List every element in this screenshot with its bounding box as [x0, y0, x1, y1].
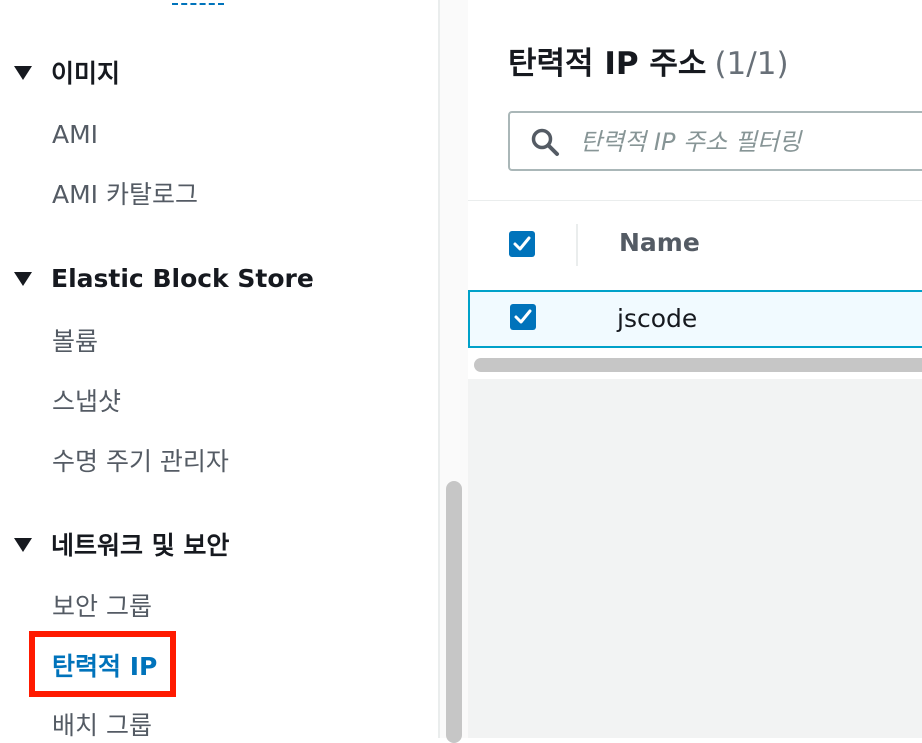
section-label: Elastic Block Store: [51, 263, 314, 293]
checkmark-icon: [513, 236, 531, 251]
annotation-highlight-box: [29, 631, 176, 697]
section-label: 네트워크 및 보안: [51, 531, 230, 560]
table-cell-name: jscode: [617, 304, 698, 333]
sidebar-item-lifecycle-manager[interactable]: 수명 주기 관리자: [52, 440, 229, 480]
caret-down-icon: [14, 66, 32, 80]
sidebar-scrollbar-thumb[interactable]: [446, 481, 462, 743]
row-checkbox[interactable]: [510, 304, 536, 330]
sidebar-item-ami-catalog[interactable]: AMI 카탈로그: [52, 173, 198, 213]
section-header-ebs[interactable]: Elastic Block Store: [14, 258, 314, 298]
table-top-border: [468, 200, 922, 201]
column-separator[interactable]: [576, 224, 578, 266]
caret-down-icon: [14, 272, 32, 286]
sidebar-item-snapshots[interactable]: 스냅샷: [52, 380, 121, 420]
sidebar-item-volumes[interactable]: 볼륨: [52, 320, 98, 360]
column-header-name[interactable]: Name: [619, 228, 700, 257]
page-title: 탄력적 IP 주소 (1/1): [508, 38, 789, 83]
sidebar-item-placement-groups[interactable]: 배치 그룹: [52, 704, 152, 738]
title-text: 탄력적 IP 주소: [508, 46, 707, 82]
checkmark-icon: [514, 309, 532, 324]
elastic-ip-table-panel: 탄력적 IP 주소(1/1) Name jscode: [468, 0, 922, 379]
search-icon: [531, 128, 559, 156]
table-horizontal-scrollbar[interactable]: [474, 358, 922, 372]
section-header-images[interactable]: 이미지: [14, 52, 120, 92]
section-label: 이미지: [51, 59, 121, 88]
section-header-network-security[interactable]: 네트워크 및 보안: [14, 524, 229, 564]
sidebar-item-ami[interactable]: AMI: [52, 114, 98, 154]
search-field[interactable]: [508, 111, 922, 171]
search-input[interactable]: [578, 121, 922, 163]
selection-count: (1/1): [714, 46, 789, 82]
sidebar: 이미지 AMI AMI 카탈로그 Elastic Block Store 볼륨 …: [0, 0, 438, 738]
collapsed-section-indicator: [172, 3, 224, 5]
caret-down-icon: [14, 538, 32, 552]
main-content: 탄력적 IP 주소(1/1) Name jscode: [468, 0, 922, 738]
select-all-checkbox[interactable]: [509, 231, 535, 257]
sidebar-item-security-groups[interactable]: 보안 그룹: [52, 585, 152, 625]
